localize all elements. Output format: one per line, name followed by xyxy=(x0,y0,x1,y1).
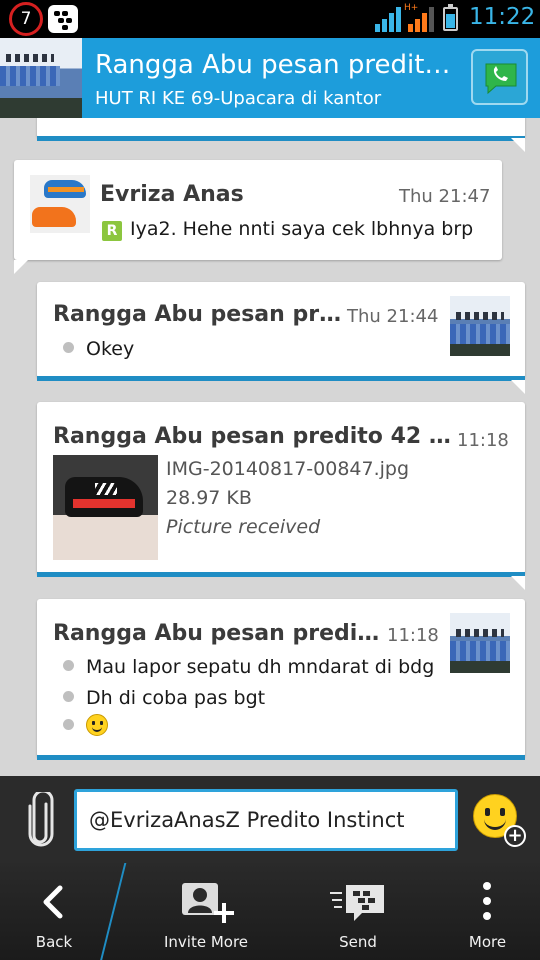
back-button[interactable]: Back xyxy=(0,863,108,960)
send-bbm-icon xyxy=(330,885,384,921)
sender-avatar[interactable] xyxy=(450,613,510,673)
delivered-dot-icon xyxy=(63,660,74,671)
chat-header: Rangga Abu pesan predito... HUT RI KE 69… xyxy=(0,38,540,118)
message-line: Dh di coba pas bgt xyxy=(63,687,265,709)
call-button[interactable] xyxy=(471,49,528,105)
more-label: More xyxy=(468,933,507,951)
message-time: Thu 21:44 xyxy=(347,306,439,327)
message-bubble-partial xyxy=(37,118,525,141)
bubble-tail xyxy=(14,260,28,274)
back-label: Back xyxy=(35,933,73,951)
message-time: Thu 21:47 xyxy=(399,186,491,207)
bubble-tail xyxy=(511,138,525,152)
message-sender: Evriza Anas xyxy=(100,182,244,207)
group-avatar[interactable] xyxy=(0,38,82,118)
invite-more-button[interactable]: Invite More xyxy=(150,863,262,960)
message-time: 11:18 xyxy=(387,625,439,646)
message-line-text: Dh di coba pas bgt xyxy=(86,687,266,709)
smiley-emoji-icon xyxy=(86,714,108,736)
message-time: 11:18 xyxy=(457,430,509,451)
sender-avatar[interactable] xyxy=(450,296,510,356)
bubble-tail xyxy=(511,576,525,590)
send-button[interactable]: Send xyxy=(310,863,406,960)
emoticon-picker-button[interactable]: + xyxy=(470,791,526,847)
file-size: 28.97 KB xyxy=(166,487,252,509)
chat-history[interactable]: Evriza Anas Thu 21:47 R Iya2. Hehe nnti s… xyxy=(0,118,540,776)
contact-avatar[interactable] xyxy=(30,175,90,233)
paperclip-icon[interactable] xyxy=(24,792,58,850)
more-vertical-icon xyxy=(483,882,491,920)
notification-count-badge[interactable]: 7 xyxy=(9,2,43,36)
delivered-dot-icon xyxy=(63,691,74,702)
message-text: R Iya2. Hehe nnti saya cek lbhnya brp xyxy=(102,218,473,241)
chat-title[interactable]: Rangga Abu pesan predito... xyxy=(95,50,455,80)
invite-contact-icon xyxy=(182,883,234,923)
message-text-content: Iya2. Hehe nnti saya cek lbhnya brp xyxy=(130,218,474,240)
back-arrow-icon xyxy=(43,885,63,919)
message-bubble-sent[interactable]: Rangga Abu pesan predito... 11:18 Mau la… xyxy=(37,599,525,760)
phone-icon xyxy=(485,63,517,95)
message-line-text: Okey xyxy=(86,338,135,360)
message-bubble-picture[interactable]: Rangga Abu pesan predito 42 2/3 (l... 11… xyxy=(37,402,525,577)
signal-icon-2 xyxy=(408,6,438,32)
picture-thumbnail[interactable] xyxy=(53,455,158,560)
plus-icon: + xyxy=(504,825,526,847)
delivered-dot-icon xyxy=(63,342,74,353)
message-line: Okey xyxy=(63,338,134,360)
signal-icon xyxy=(375,6,405,32)
message-bubble-sent[interactable]: Rangga Abu pesan pre... Thu 21:44 Okey xyxy=(37,282,525,381)
message-line: Mau lapor sepatu dh mndarat di bdg xyxy=(63,656,434,678)
bbm-notification-icon[interactable] xyxy=(48,5,78,33)
message-line xyxy=(63,714,108,737)
send-label: Send xyxy=(339,933,377,951)
file-name: IMG-20140817-00847.jpg xyxy=(166,458,410,480)
delivered-dot-icon xyxy=(63,719,74,730)
battery-icon xyxy=(443,4,458,31)
message-composer: + xyxy=(0,776,540,863)
message-line-text: Mau lapor sepatu dh mndarat di bdg xyxy=(86,656,435,678)
file-status: Picture received xyxy=(166,516,321,538)
status-time: 11:22 xyxy=(469,4,536,30)
message-input[interactable] xyxy=(74,789,458,851)
status-bar: 7 H+ 11:22 xyxy=(0,0,540,38)
invite-more-label: Invite More xyxy=(163,933,249,951)
read-status-icon: R xyxy=(102,221,122,241)
message-sender: Rangga Abu pesan pre... xyxy=(53,302,343,327)
message-bubble-received[interactable]: Evriza Anas Thu 21:47 R Iya2. Hehe nnti s… xyxy=(14,160,502,260)
bubble-tail xyxy=(511,380,525,394)
chat-subtitle: HUT RI KE 69-Upacara di kantor xyxy=(95,88,382,109)
action-bar: Back Invite More Send More xyxy=(0,863,540,960)
message-sender: Rangga Abu pesan predito 42 2/3 (l... xyxy=(53,424,457,449)
message-sender: Rangga Abu pesan predito... xyxy=(53,621,385,646)
more-button[interactable]: More xyxy=(445,863,530,960)
